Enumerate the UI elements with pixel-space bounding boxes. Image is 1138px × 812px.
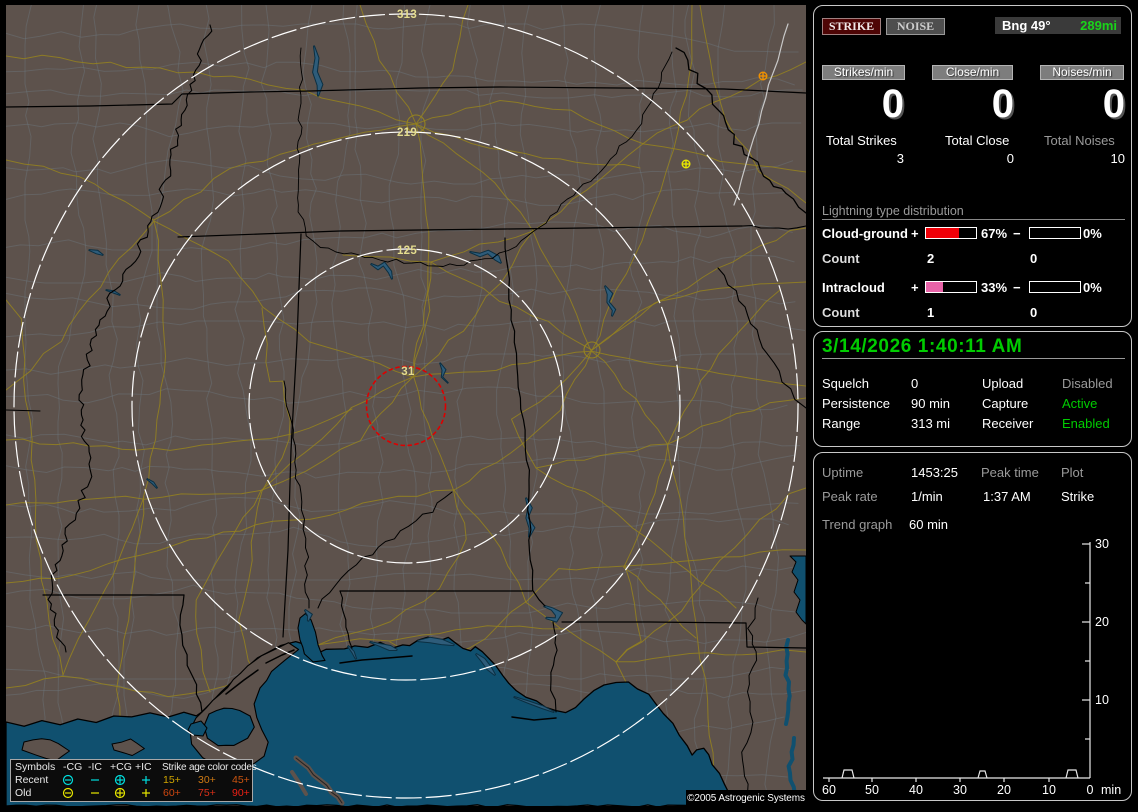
svg-text:30: 30 (953, 783, 967, 797)
svg-text:30: 30 (1095, 537, 1109, 551)
svg-text:313: 313 (397, 9, 417, 21)
svg-text:31: 31 (401, 366, 415, 378)
svg-text:20: 20 (997, 783, 1011, 797)
svg-text:10: 10 (1095, 693, 1109, 707)
svg-text:10: 10 (1042, 783, 1056, 797)
svg-text:40: 40 (909, 783, 923, 797)
svg-text:0: 0 (1087, 783, 1094, 797)
svg-text:min: min (1101, 783, 1121, 797)
svg-text:60: 60 (822, 783, 836, 797)
svg-text:50: 50 (865, 783, 879, 797)
svg-text:219: 219 (397, 127, 417, 139)
svg-text:125: 125 (397, 245, 417, 257)
svg-text:20: 20 (1095, 615, 1109, 629)
